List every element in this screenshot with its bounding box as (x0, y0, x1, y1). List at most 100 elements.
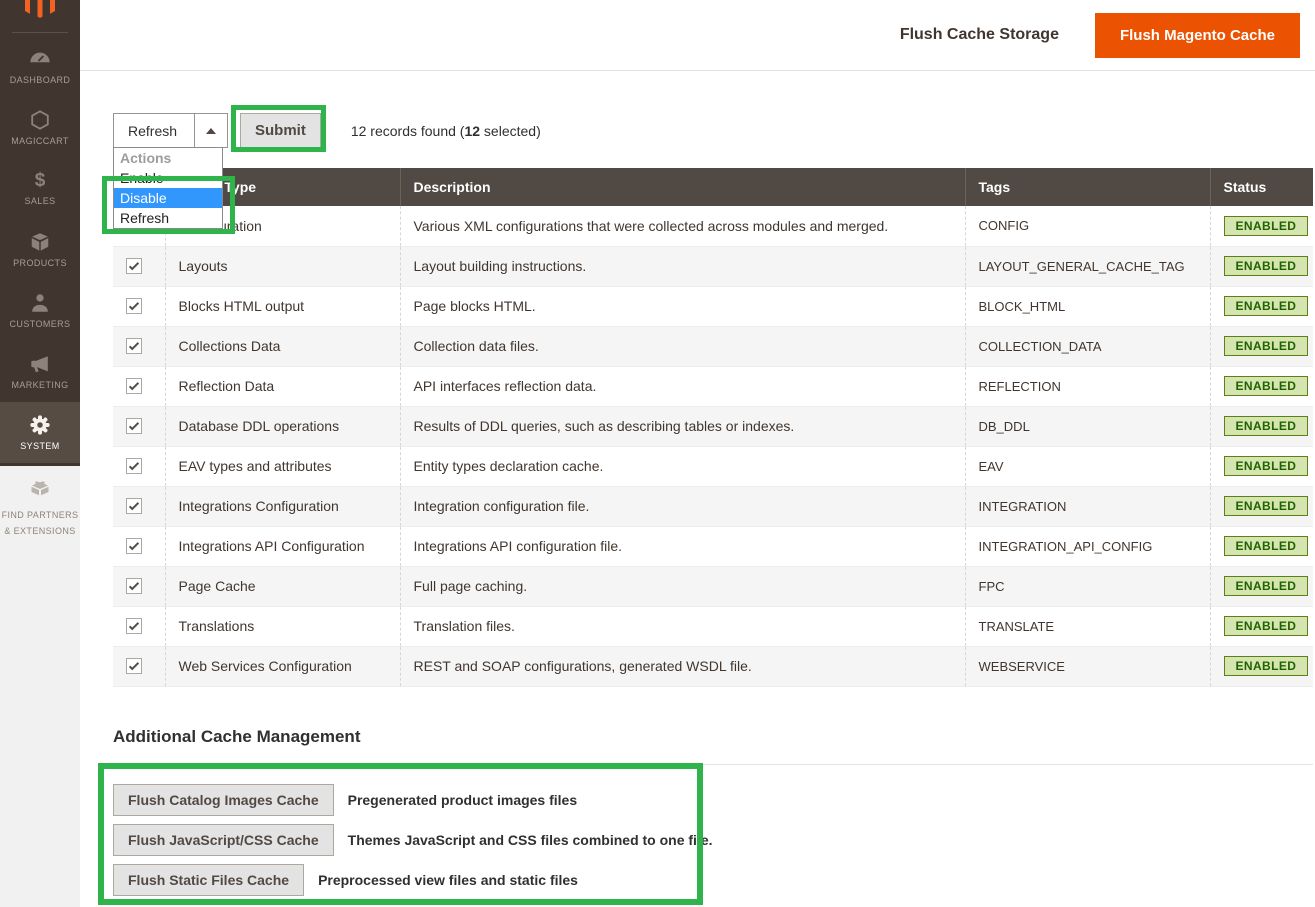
sidebar-item-customers[interactable]: CUSTOMERS (0, 280, 80, 341)
flush-magento-cache-button[interactable]: Flush Magento Cache (1095, 13, 1300, 58)
cache-type-cell: Reflection Data (165, 366, 400, 406)
checkbox-cell (113, 566, 165, 606)
page-actions-bar: Flush Cache Storage Flush Magento Cache (80, 0, 1315, 71)
sales-icon: $ (35, 171, 46, 191)
flush-cache-button[interactable]: Flush Catalog Images Cache (113, 784, 334, 816)
cache-type-cell: Layouts (165, 246, 400, 286)
mass-action-dropdown: Actions Enable Disable Refresh (113, 147, 223, 229)
checkmark-icon (127, 619, 141, 633)
row-checkbox[interactable] (126, 658, 142, 674)
sidebar-item-find-partners[interactable]: FIND PARTNERS & EXTENSIONS (0, 476, 80, 537)
status-badge: ENABLED (1224, 336, 1309, 356)
row-checkbox[interactable] (126, 578, 142, 594)
checkbox-cell (113, 366, 165, 406)
dropdown-option-refresh[interactable]: Refresh (114, 208, 222, 228)
tags-cell: TRANSLATE (965, 606, 1210, 646)
sidebar: DASHBOARD MAGICCART $ SALES (0, 0, 80, 907)
find-partners-label-line2: & EXTENSIONS (4, 526, 75, 537)
checkbox-cell (113, 246, 165, 286)
sidebar-item-label: PRODUCTS (13, 258, 67, 269)
flush-cache-storage-button[interactable]: Flush Cache Storage (894, 25, 1065, 45)
main-content: Flush Cache Storage Flush Magento Cache … (80, 0, 1315, 907)
status-badge: ENABLED (1224, 296, 1309, 316)
checkmark-icon (127, 579, 141, 593)
sidebar-item-sales[interactable]: $ SALES (0, 158, 80, 219)
flush-cache-description: Themes JavaScript and CSS files combined… (348, 832, 713, 848)
tags-cell: DB_DDL (965, 406, 1210, 446)
row-checkbox[interactable] (126, 458, 142, 474)
status-badge: ENABLED (1224, 416, 1309, 436)
header-description: Description (400, 168, 965, 206)
row-checkbox[interactable] (126, 618, 142, 634)
row-checkbox[interactable] (126, 298, 142, 314)
flush-cache-button[interactable]: Flush JavaScript/CSS Cache (113, 824, 334, 856)
table-row: Integrations API Configuration Integrati… (113, 526, 1313, 566)
table-row: Layouts Layout building instructions. LA… (113, 246, 1313, 286)
find-partners-label-line1: FIND PARTNERS (2, 510, 79, 521)
description-cell: API interfaces reflection data. (400, 366, 965, 406)
flush-cache-button[interactable]: Flush Static Files Cache (113, 864, 304, 896)
row-checkbox[interactable] (126, 338, 142, 354)
checkbox-cell (113, 486, 165, 526)
records-count: 12 records found (12 selected) (351, 123, 541, 139)
row-checkbox[interactable] (126, 498, 142, 514)
row-checkbox[interactable] (126, 378, 142, 394)
row-checkbox[interactable] (126, 418, 142, 434)
cache-type-cell: EAV types and attributes (165, 446, 400, 486)
dropdown-option-disable[interactable]: Disable (114, 188, 222, 208)
row-checkbox[interactable] (126, 258, 142, 274)
flush-cache-description: Pregenerated product images files (348, 792, 578, 808)
description-cell: Entity types declaration cache. (400, 446, 965, 486)
cache-table-body: Configuration Various XML configurations… (113, 206, 1313, 686)
status-badge: ENABLED (1224, 496, 1309, 516)
cache-type-cell: Integrations Configuration (165, 486, 400, 526)
customers-icon (29, 292, 51, 314)
checkmark-icon (127, 539, 141, 553)
cache-type-cell: Integrations API Configuration (165, 526, 400, 566)
checkbox-cell (113, 446, 165, 486)
dropdown-option-enable[interactable]: Enable (114, 168, 222, 188)
table-row: Translations Translation files. TRANSLAT… (113, 606, 1313, 646)
table-row: Configuration Various XML configurations… (113, 206, 1313, 246)
row-checkbox[interactable] (126, 538, 142, 554)
status-cell: ENABLED (1210, 566, 1313, 606)
sidebar-item-marketing[interactable]: MARKETING (0, 341, 80, 402)
sidebar-item-products[interactable]: PRODUCTS (0, 219, 80, 280)
select-arrow-button[interactable] (194, 114, 227, 147)
status-badge: ENABLED (1224, 656, 1309, 676)
grid-toolbar: Refresh Submit 12 records found (12 sele… (113, 113, 541, 148)
description-cell: Integration configuration file. (400, 486, 965, 526)
sidebar-item-label: MARKETING (11, 380, 68, 391)
tags-cell: INTEGRATION (965, 486, 1210, 526)
tags-cell: BLOCK_HTML (965, 286, 1210, 326)
description-cell: Full page caching. (400, 566, 965, 606)
table-row: Blocks HTML output Page blocks HTML. BLO… (113, 286, 1313, 326)
records-count-selected: 12 (464, 123, 480, 139)
submit-button[interactable]: Submit (240, 113, 321, 148)
checkmark-icon (127, 659, 141, 673)
products-icon (29, 231, 51, 253)
table-row: Integrations Configuration Integration c… (113, 486, 1313, 526)
flush-button-row: Flush JavaScript/CSS Cache Themes JavaSc… (113, 824, 713, 856)
cache-type-cell: Collections Data (165, 326, 400, 366)
sidebar-item-dashboard[interactable]: DASHBOARD (0, 36, 80, 97)
dashboard-icon (29, 48, 51, 70)
magiccart-icon (29, 109, 51, 131)
status-cell: ENABLED (1210, 646, 1313, 686)
sidebar-item-magiccart[interactable]: MAGICCART (0, 97, 80, 158)
chevron-up-icon (206, 128, 216, 134)
sidebar-item-system[interactable]: SYSTEM (0, 402, 80, 463)
sidebar-item-label: SALES (24, 196, 55, 207)
description-cell: REST and SOAP configurations, generated … (400, 646, 965, 686)
mass-action-select[interactable]: Refresh (113, 113, 228, 148)
status-badge: ENABLED (1224, 216, 1309, 236)
status-cell: ENABLED (1210, 446, 1313, 486)
checkbox-cell (113, 526, 165, 566)
cache-type-cell: Web Services Configuration (165, 646, 400, 686)
tags-cell: REFLECTION (965, 366, 1210, 406)
tags-cell: LAYOUT_GENERAL_CACHE_TAG (965, 246, 1210, 286)
cache-type-cell: Page Cache (165, 566, 400, 606)
flush-button-row: Flush Static Files Cache Preprocessed vi… (113, 864, 713, 896)
table-row: Page Cache Full page caching. FPC ENABLE… (113, 566, 1313, 606)
magento-logo[interactable] (0, 0, 80, 22)
